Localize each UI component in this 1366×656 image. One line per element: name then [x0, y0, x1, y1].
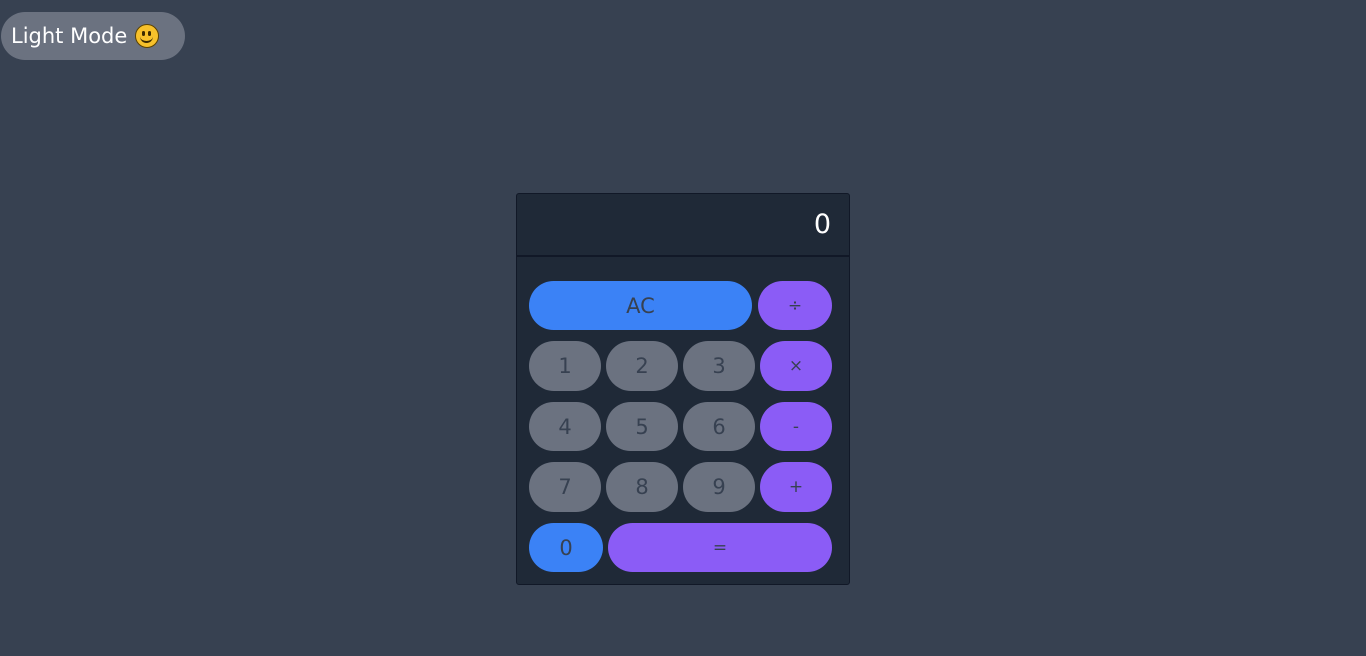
digit-3-button[interactable]: 3 [683, 341, 755, 391]
smiley-face-icon [135, 24, 160, 48]
calculator: 0 AC ÷ 1 2 3 × 4 5 6 - 7 8 9 + 0 = [516, 193, 850, 585]
digit-6-button[interactable]: 6 [683, 402, 755, 451]
digit-1-button[interactable]: 1 [529, 341, 601, 391]
theme-toggle-button[interactable]: Light Mode [1, 12, 185, 60]
clear-button[interactable]: AC [529, 281, 752, 330]
digit-0-button[interactable]: 0 [529, 523, 603, 572]
digit-9-button[interactable]: 9 [683, 462, 755, 512]
digit-8-button[interactable]: 8 [606, 462, 678, 512]
digit-2-button[interactable]: 2 [606, 341, 678, 391]
calculator-display: 0 [517, 194, 849, 257]
add-button[interactable]: + [760, 462, 832, 512]
multiply-button[interactable]: × [760, 341, 832, 391]
digit-4-button[interactable]: 4 [529, 402, 601, 451]
theme-toggle-label: Light Mode [11, 24, 128, 48]
digit-7-button[interactable]: 7 [529, 462, 601, 512]
divide-button[interactable]: ÷ [758, 281, 832, 330]
digit-5-button[interactable]: 5 [606, 402, 678, 451]
display-value: 0 [813, 209, 831, 240]
subtract-button[interactable]: - [760, 402, 832, 451]
equals-button[interactable]: = [608, 523, 832, 572]
